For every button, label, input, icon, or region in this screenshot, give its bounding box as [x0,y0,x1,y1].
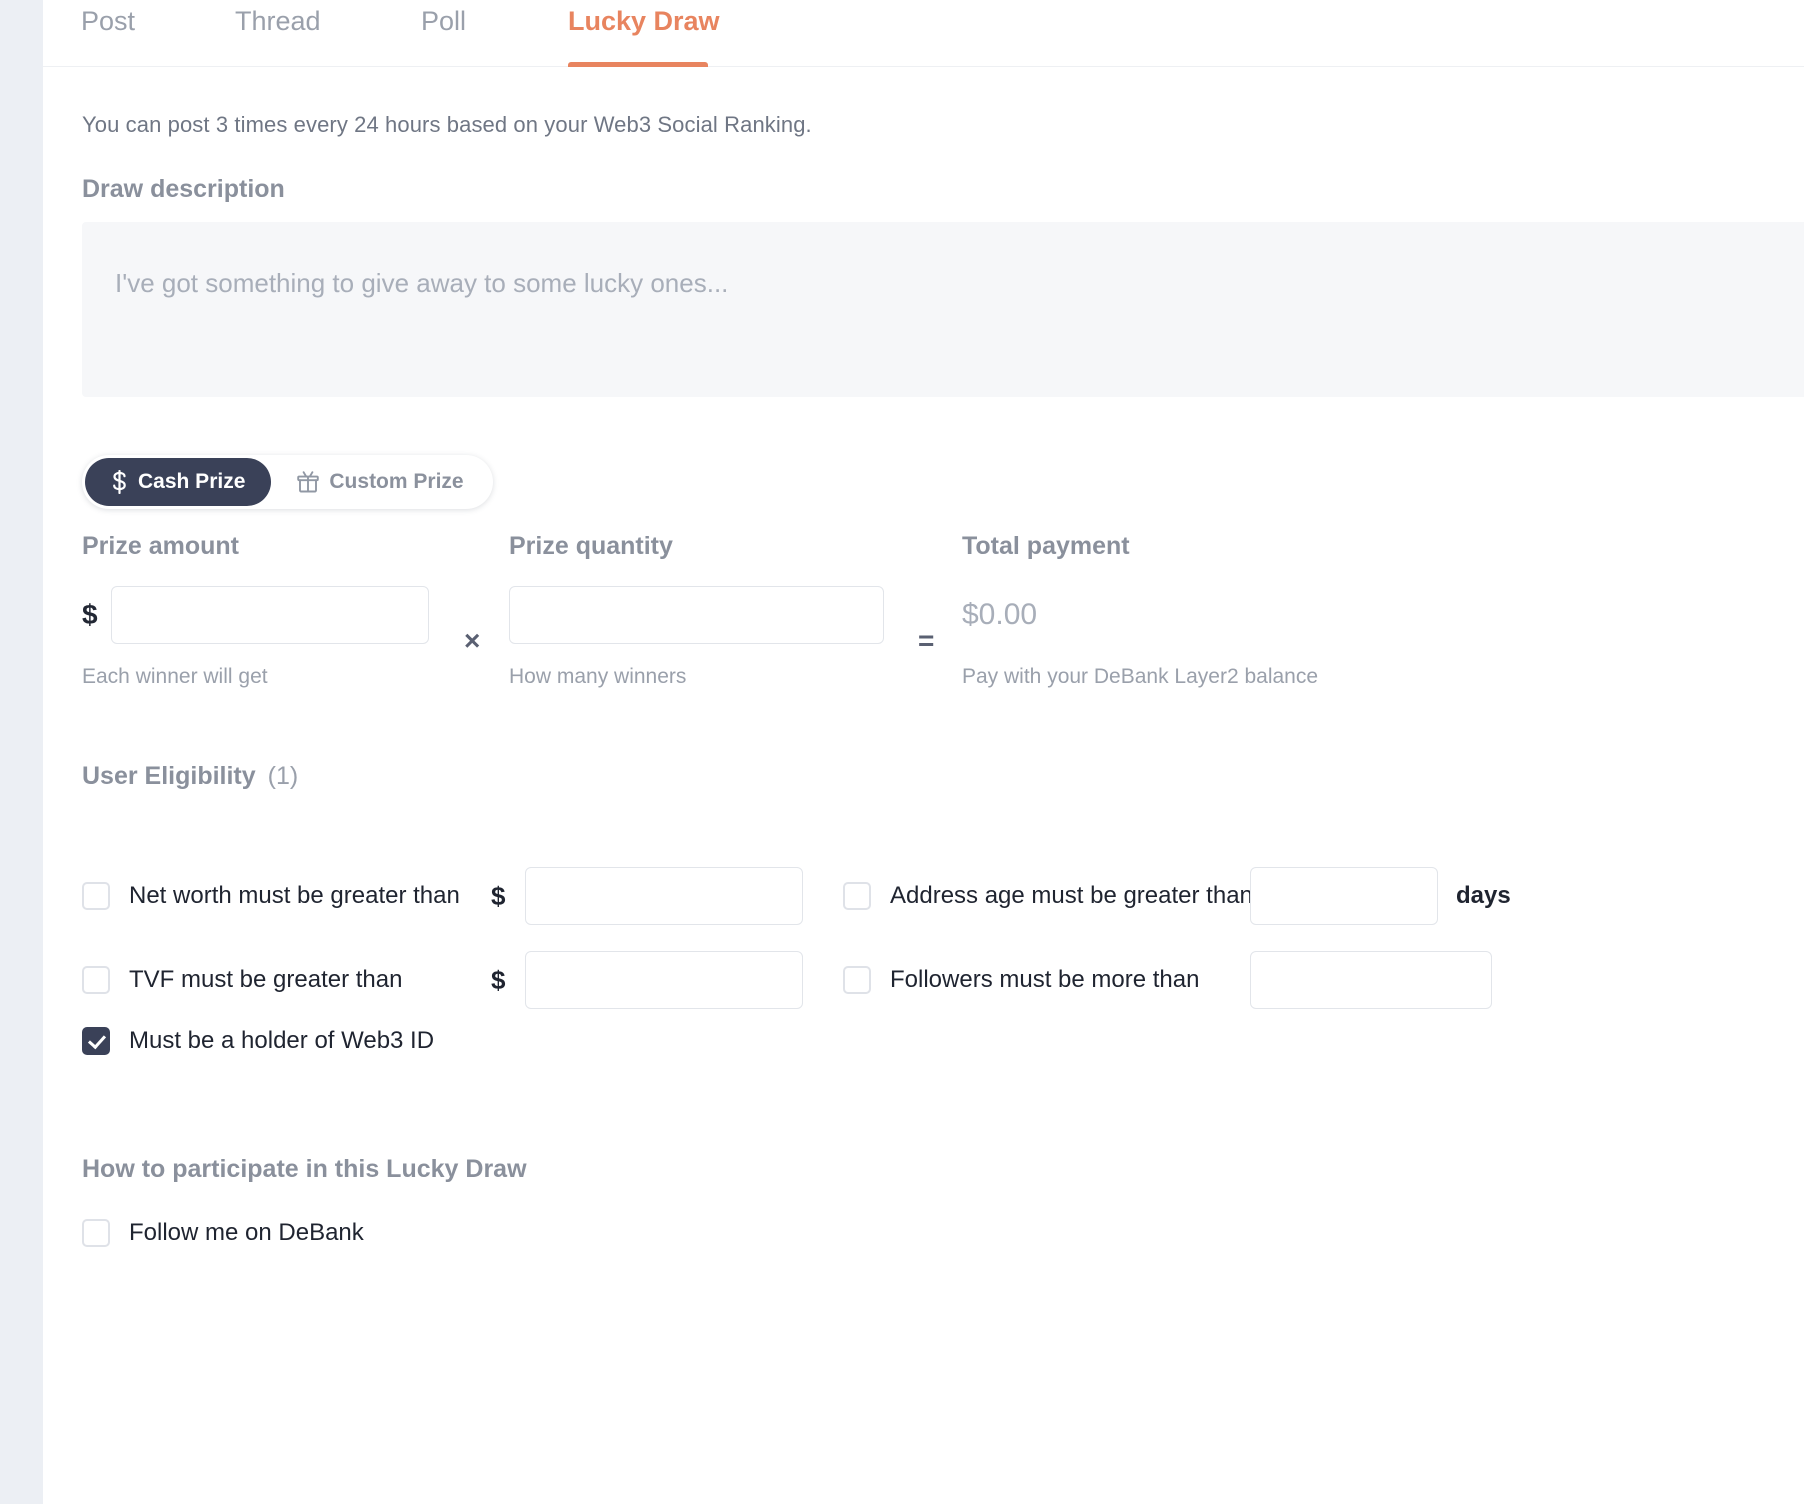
prize-amount-row: $ [82,586,429,644]
draw-description-input[interactable]: I've got something to give away to some … [82,222,1804,397]
prize-quantity-row [509,586,884,644]
tab-poll[interactable]: Poll [421,0,466,67]
prize-type-cash-option[interactable]: Cash Prize [85,458,271,506]
eligibility-input-net-worth[interactable] [525,867,803,925]
prize-quantity-hint: How many winners [509,665,884,689]
left-gutter [0,0,43,1504]
prize-quantity-title: Prize quantity [509,532,884,561]
prize-type-cash-label: Cash Prize [138,470,245,494]
eligibility-row-followers: Followers must be more than [843,951,1492,1009]
dollar-icon [111,470,128,494]
prize-quantity-group: Prize quantity How many winners [509,532,884,689]
prize-type-custom-option[interactable]: Custom Prize [271,458,489,506]
user-eligibility-header: User Eligibility (1) [82,762,298,791]
tab-lucky-draw[interactable]: Lucky Draw [568,0,708,67]
total-payment-value: $0.00 [962,586,1318,644]
net-worth-currency-symbol: $ [491,881,505,912]
eligibility-label-tvf: TVF must be greater than [129,966,491,994]
total-payment-hint: Pay with your DeBank Layer2 balance [962,665,1318,689]
prize-type-custom-label: Custom Prize [329,470,463,494]
tvf-currency-symbol: $ [491,965,505,996]
gift-icon [297,471,319,493]
prize-amount-currency-symbol: $ [82,599,98,631]
tab-lucky-draw-label: Lucky Draw [568,6,720,37]
total-payment-title: Total payment [962,532,1318,561]
composer-tabbar: Post Thread Poll Lucky Draw [43,0,1804,67]
draw-description-label: Draw description [82,175,285,204]
tab-poll-label: Poll [421,6,466,37]
participate-title: How to participate in this Lucky Draw [82,1155,527,1184]
eligibility-row-net-worth: Net worth must be greater than $ [82,867,803,925]
participate-label-follow-debank: Follow me on DeBank [129,1219,364,1247]
eligibility-label-net-worth: Net worth must be greater than [129,882,491,910]
eligibility-row-address-age: Address age must be greater than days [843,867,1511,925]
eligibility-checkbox-address-age[interactable] [843,882,871,910]
eligibility-row-tvf: TVF must be greater than $ [82,951,803,1009]
app-viewport: Post Thread Poll Lucky Draw You can post… [0,0,1804,1504]
eligibility-label-web3-id: Must be a holder of Web3 ID [129,1027,434,1055]
eligibility-checkbox-tvf[interactable] [82,966,110,994]
participate-checkbox-follow-debank[interactable] [82,1219,110,1247]
draw-description-placeholder: I've got something to give away to some … [115,268,728,299]
tab-post[interactable]: Post [81,0,135,67]
equals-operator: = [918,625,934,657]
prize-amount-title: Prize amount [82,532,429,561]
eligibility-checkbox-web3-id[interactable] [82,1027,110,1055]
total-payment-group: Total payment $0.00 Pay with your DeBank… [962,532,1318,689]
posting-limit-hint: You can post 3 times every 24 hours base… [82,112,812,138]
eligibility-input-tvf[interactable] [525,951,803,1009]
prize-amount-group: Prize amount $ Each winner will get [82,532,429,689]
tab-thread-label: Thread [235,6,321,37]
address-age-unit-label: days [1456,882,1511,910]
user-eligibility-title: User Eligibility [82,762,256,791]
eligibility-label-address-age: Address age must be greater than [890,882,1250,910]
tab-thread[interactable]: Thread [235,0,321,67]
eligibility-checkbox-net-worth[interactable] [82,882,110,910]
eligibility-row-web3-id: Must be a holder of Web3 ID [82,1027,434,1055]
prize-quantity-input[interactable] [509,586,884,644]
user-eligibility-count: (1) [268,762,299,791]
prize-amount-input[interactable] [111,586,429,644]
participate-row-follow-debank: Follow me on DeBank [82,1219,364,1247]
eligibility-checkbox-followers[interactable] [843,966,871,994]
prize-amount-hint: Each winner will get [82,665,429,689]
tab-post-label: Post [81,6,135,37]
tab-active-underline [568,62,708,67]
prize-type-toggle: Cash Prize Custom Prize [82,455,493,509]
eligibility-input-address-age[interactable] [1250,867,1438,925]
composer-panel: Post Thread Poll Lucky Draw You can post… [43,0,1804,1504]
eligibility-label-followers: Followers must be more than [890,966,1250,994]
multiply-operator: × [464,625,480,657]
eligibility-input-followers[interactable] [1250,951,1492,1009]
